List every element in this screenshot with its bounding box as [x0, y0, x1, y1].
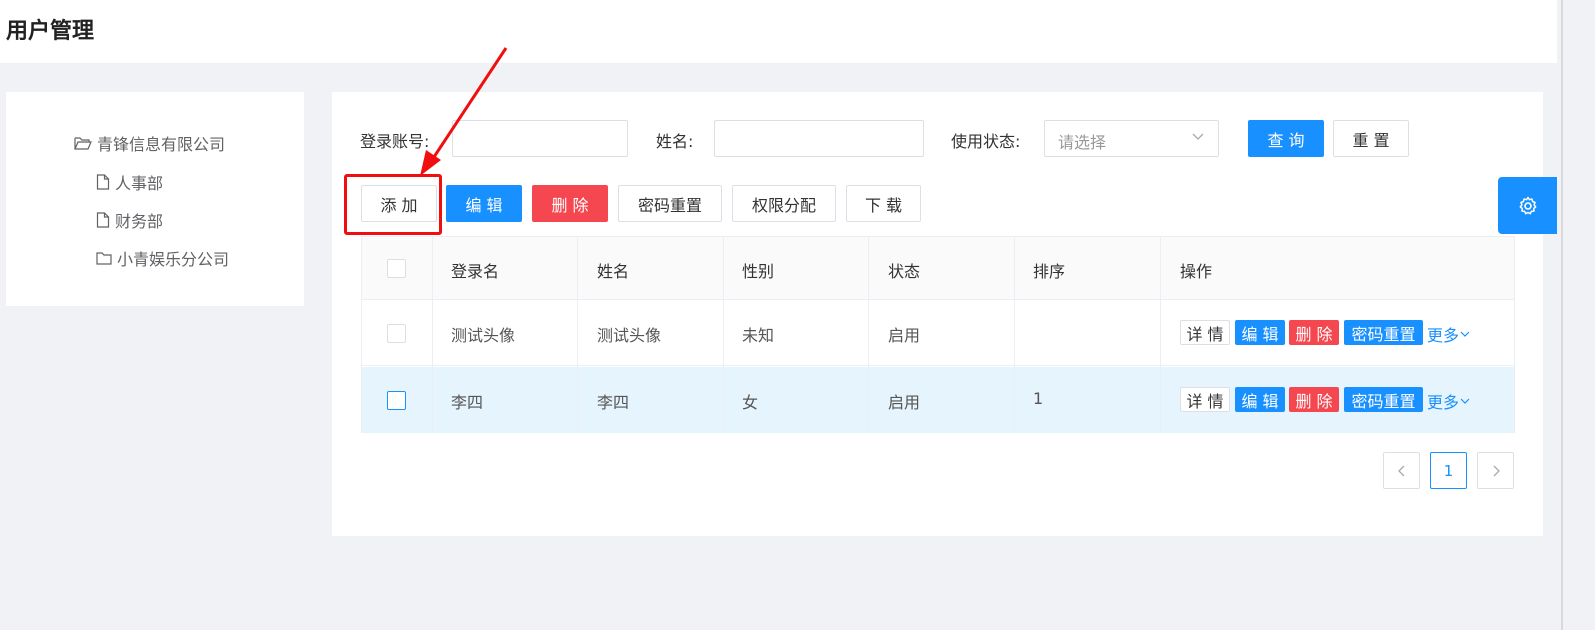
column-divider	[1014, 237, 1015, 432]
folder-icon	[96, 252, 112, 265]
table-row[interactable]: 测试头像 测试头像 未知 启用 详 情 编 辑 删 除 密码重置 更多	[362, 300, 1514, 366]
cell-name: 测试头像	[597, 326, 662, 345]
header-actions: 操作	[1180, 262, 1213, 281]
column-divider	[868, 237, 869, 432]
row-delete-button[interactable]: 删 除	[1289, 387, 1339, 412]
header-name: 姓名	[597, 262, 630, 281]
tree-node-finance[interactable]: 财务部	[96, 208, 163, 232]
reset-button[interactable]: 重 置	[1333, 120, 1409, 157]
password-reset-button[interactable]: 密码重置	[618, 185, 722, 222]
column-divider	[432, 237, 433, 432]
table-header: 登录名 姓名 性别 状态 排序 操作	[362, 237, 1514, 300]
chevron-left-icon	[1397, 465, 1404, 476]
gear-icon	[1519, 196, 1536, 214]
file-icon	[96, 212, 110, 228]
tree-node-label: 人事部	[115, 174, 164, 193]
tree-node-label: 青锋信息有限公司	[97, 135, 226, 154]
row-password-reset-button[interactable]: 密码重置	[1344, 320, 1423, 345]
cell-login: 测试头像	[451, 326, 516, 345]
cell-login: 李四	[451, 393, 484, 412]
more-label: 更多	[1427, 326, 1460, 345]
select-all-checkbox[interactable]	[387, 259, 406, 278]
permission-button[interactable]: 权限分配	[732, 185, 836, 222]
name-input[interactable]	[714, 120, 924, 157]
scrollbar[interactable]	[1557, 0, 1595, 630]
row-delete-button[interactable]: 删 除	[1289, 320, 1339, 345]
cell-gender: 未知	[742, 326, 775, 345]
row-edit-button[interactable]: 编 辑	[1235, 387, 1285, 412]
status-select[interactable]: 请选择	[1044, 120, 1219, 157]
chevron-right-icon	[1493, 465, 1500, 476]
header-gender: 性别	[742, 262, 775, 281]
chevron-down-icon	[1460, 331, 1470, 337]
account-input[interactable]	[452, 120, 628, 157]
page-title: 用户管理	[6, 19, 95, 44]
table-row[interactable]: 李四 李四 女 启用 1 详 情 编 辑 删 除 密码重置 更多	[362, 367, 1514, 433]
status-label: 使用状态:	[951, 132, 1021, 151]
status-select-placeholder: 请选择	[1058, 133, 1107, 152]
query-button[interactable]: 查 询	[1248, 120, 1324, 157]
account-label: 登录账号:	[360, 132, 430, 151]
row-detail-button[interactable]: 详 情	[1180, 320, 1230, 345]
column-divider	[1160, 237, 1161, 432]
row-password-reset-button[interactable]: 密码重置	[1344, 387, 1423, 412]
edit-button[interactable]: 编 辑	[446, 185, 522, 222]
header-order: 排序	[1033, 262, 1066, 281]
cell-name: 李四	[597, 393, 630, 412]
more-label: 更多	[1427, 393, 1460, 412]
header-login: 登录名	[451, 262, 500, 281]
tree-node-hr[interactable]: 人事部	[96, 170, 163, 194]
column-divider	[723, 237, 724, 432]
prev-page-button[interactable]	[1383, 452, 1420, 489]
cell-order: 1	[1033, 389, 1044, 408]
delete-button[interactable]: 删 除	[532, 185, 608, 222]
row-edit-button[interactable]: 编 辑	[1235, 320, 1285, 345]
annotation-highlight-box	[344, 174, 442, 235]
chevron-down-icon	[1460, 398, 1470, 404]
chevron-down-icon	[1192, 133, 1204, 140]
tree-node-label: 财务部	[115, 212, 164, 231]
department-tree: 青锋信息有限公司 人事部 财务部 小青娱乐分公司	[6, 92, 304, 306]
cell-status: 启用	[888, 326, 921, 345]
tree-node-branch[interactable]: 小青娱乐分公司	[96, 246, 229, 270]
top-bar: 用户管理	[0, 0, 1557, 63]
tree-node-label: 小青娱乐分公司	[117, 250, 230, 269]
download-button[interactable]: 下 载	[846, 185, 921, 222]
tree-node-root[interactable]: 青锋信息有限公司	[74, 131, 225, 155]
row-detail-button[interactable]: 详 情	[1180, 387, 1230, 412]
column-divider	[577, 237, 578, 432]
settings-button[interactable]	[1498, 177, 1557, 234]
cell-status: 启用	[888, 393, 921, 412]
page-number-button[interactable]: 1	[1430, 452, 1467, 489]
name-label: 姓名:	[656, 132, 694, 151]
header-status: 状态	[888, 262, 921, 281]
folder-open-icon	[74, 137, 92, 150]
user-table: 登录名 姓名 性别 状态 排序 操作 测试头像 测试头像 未知 启用 详 情 编…	[361, 236, 1515, 433]
row-more-dropdown[interactable]: 更多	[1427, 322, 1470, 346]
row-more-dropdown[interactable]: 更多	[1427, 389, 1470, 413]
row-checkbox[interactable]	[387, 391, 406, 410]
file-icon	[96, 174, 110, 190]
cell-gender: 女	[742, 393, 759, 412]
next-page-button[interactable]	[1477, 452, 1514, 489]
row-checkbox[interactable]	[387, 324, 406, 343]
